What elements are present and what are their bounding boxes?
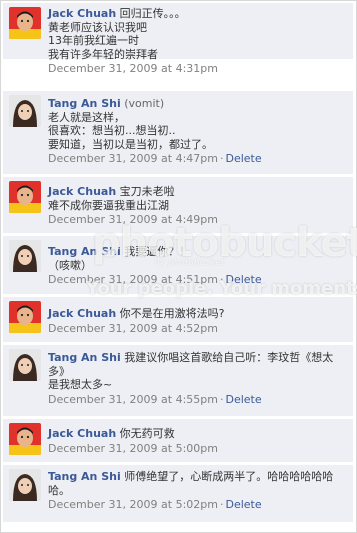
comment-body: Jack Chuah 回归正传。。。 黄老师应该认识我吧 13年前我红遍一时 我… xyxy=(48,7,349,76)
author-name-link[interactable]: Jack Chuah xyxy=(48,427,116,440)
avatar-tang-an-shi[interactable] xyxy=(9,469,41,501)
comment-item: Tang An Shi (vomit) 老人就是这样， 很喜欢：想当初...想当… xyxy=(3,91,353,175)
comment-text-line: 13年前我红遍一时 xyxy=(48,34,139,47)
comment-first-line: Jack Chuah 宝刀未老啦 xyxy=(48,185,349,199)
timestamp: December 31, 2009 at 4:51pm xyxy=(48,273,218,286)
comment-text-line: 要知道，当初以是当初，都过了。 xyxy=(48,137,213,151)
comment-text-line: 哈。 xyxy=(48,483,70,497)
comment-meta: December 31, 2009 at 4:31pm xyxy=(48,62,349,76)
delete-link[interactable]: Delete xyxy=(225,498,261,511)
comment-first-line: Tang An Shi 我建议你唱这首歌给自己听：李玟哲《想太 xyxy=(48,351,349,365)
comment-meta: December 31, 2009 at 4:52pm xyxy=(48,322,349,336)
author-name-link[interactable]: Jack Chuah xyxy=(48,7,116,20)
comment-meta: December 31, 2009 at 4:51pm · Delete xyxy=(48,273,349,287)
author-name-link[interactable]: Tang An Shi xyxy=(48,470,121,483)
comment-first-line: Jack Chuah 你无药可救 xyxy=(48,427,349,441)
timestamp: December 31, 2009 at 4:49pm xyxy=(48,213,218,226)
avatar-tang-an-shi[interactable] xyxy=(9,95,41,127)
comment-meta: December 31, 2009 at 4:47pm · Delete xyxy=(48,152,349,166)
comment-text: 宝刀未老啦 xyxy=(119,185,175,198)
avatar-tang-an-shi[interactable] xyxy=(9,240,41,272)
comment-meta: December 31, 2009 at 5:00pm xyxy=(48,442,349,456)
timestamp: December 31, 2009 at 5:00pm xyxy=(48,441,218,455)
comment-meta: December 31, 2009 at 5:02pm · Delete xyxy=(48,498,349,512)
comment-text-line: 黄老师应该认识我吧 xyxy=(48,20,147,34)
author-extra-text: (vomit) xyxy=(124,97,165,110)
comment-meta: December 31, 2009 at 4:49pm xyxy=(48,213,349,227)
comment-text-line: 很喜欢：想当初...想当初.. xyxy=(48,124,176,137)
comment-text-line: 是我想太多~ xyxy=(48,378,113,391)
comment-item: Jack Chuah 回归正传。。。 黄老师应该认识我吧 13年前我红遍一时 我… xyxy=(3,3,353,75)
timestamp: December 31, 2009 at 4:55pm xyxy=(48,392,218,406)
avatar-jack-chuah[interactable] xyxy=(9,7,41,39)
avatar-jack-chuah[interactable] xyxy=(9,301,41,333)
comment-thread: Jack Chuah 回归正传。。。 黄老师应该认识我吧 13年前我红遍一时 我… xyxy=(0,0,357,533)
comment-item: Tang An Shi 我要逼你？！ （咳嗽） December 31, 200… xyxy=(3,236,353,295)
comment-first-line: Jack Chuah 你不是在用激将法吗? xyxy=(48,307,349,321)
comment-text: 师傅绝望了，心断成两半了。哈哈哈哈哈哈 xyxy=(124,470,334,483)
author-name-link[interactable]: Jack Chuah xyxy=(48,185,116,198)
author-name-link[interactable]: Jack Chuah xyxy=(48,307,116,320)
avatar-jack-chuah[interactable] xyxy=(9,423,41,455)
avatar-tang-an-shi[interactable] xyxy=(9,349,41,381)
delete-link[interactable]: Delete xyxy=(225,273,261,286)
comment-meta: December 31, 2009 at 4:55pm · Delete xyxy=(48,393,349,407)
comment-first-line: Tang An Shi (vomit) xyxy=(48,97,349,111)
comment-item: Jack Chuah 你不是在用激将法吗? December 31, 2009 … xyxy=(3,297,353,343)
comment-body: Tang An Shi 我建议你唱这首歌给自己听：李玟哲《想太 多》 是我想太多… xyxy=(48,351,349,406)
comment-body: Jack Chuah 宝刀未老啦 难不成你要逼我重出江湖 December 31… xyxy=(48,185,349,227)
timestamp: December 31, 2009 at 4:31pm xyxy=(48,62,218,75)
comment-text-line: 老人就是这样， xyxy=(48,110,125,124)
author-name-link[interactable]: Tang An Shi xyxy=(48,351,121,364)
comment-first-line: Tang An Shi 我要逼你？！ xyxy=(48,245,349,259)
author-name-link[interactable]: Tang An Shi xyxy=(48,97,121,110)
comment-first-line: Tang An Shi 师傅绝望了，心断成两半了。哈哈哈哈哈哈 xyxy=(48,470,349,484)
timestamp: December 31, 2009 at 5:02pm xyxy=(48,498,218,511)
comment-item: Jack Chuah 宝刀未老啦 难不成你要逼我重出江湖 December 31… xyxy=(3,177,353,234)
comment-text-line: 多》 xyxy=(48,364,70,378)
comment-text-line: 难不成你要逼我重出江湖 xyxy=(48,198,169,212)
comment-text: 你无药可救 xyxy=(119,427,175,440)
comment-text-line: 我有许多年轻的崇拜者 xyxy=(48,47,158,61)
comment-body: Jack Chuah 你无药可救 December 31, 2009 at 5:… xyxy=(48,427,349,455)
comment-body: Tang An Shi (vomit) 老人就是这样， 很喜欢：想当初...想当… xyxy=(48,97,349,166)
timestamp: December 31, 2009 at 4:52pm xyxy=(48,321,218,335)
comment-text-line: （咳嗽） xyxy=(48,258,92,272)
comment-text: 我要逼你？！ xyxy=(124,245,191,258)
comment-text: 回归正传。。。 xyxy=(119,7,186,20)
author-name-link[interactable]: Tang An Shi xyxy=(48,245,121,258)
delete-link[interactable]: Delete xyxy=(225,393,261,406)
comment-item: Tang An Shi 我建议你唱这首歌给自己听：李玟哲《想太 多》 是我想太多… xyxy=(3,345,353,417)
comment-item: Jack Chuah 你无药可救 December 31, 2009 at 5:… xyxy=(3,419,353,463)
comment-first-line: Jack Chuah 回归正传。。。 xyxy=(48,7,349,21)
avatar-jack-chuah[interactable] xyxy=(9,181,41,213)
comment-text: 我建议你唱这首歌给自己听：李玟哲《想太 xyxy=(124,351,334,364)
comment-item: Tang An Shi 师傅绝望了，心断成两半了。哈哈哈哈哈哈 哈。 Decem… xyxy=(3,465,353,523)
delete-link[interactable]: Delete xyxy=(225,152,261,165)
comment-body: Jack Chuah 你不是在用激将法吗? December 31, 2009 … xyxy=(48,307,349,335)
comment-text: 你不是在用激将法吗? xyxy=(119,307,225,320)
timestamp: December 31, 2009 at 4:47pm xyxy=(48,152,218,165)
comment-body: Tang An Shi 师傅绝望了，心断成两半了。哈哈哈哈哈哈 哈。 Decem… xyxy=(48,470,349,512)
comment-body: Tang An Shi 我要逼你？！ （咳嗽） December 31, 200… xyxy=(48,245,349,287)
